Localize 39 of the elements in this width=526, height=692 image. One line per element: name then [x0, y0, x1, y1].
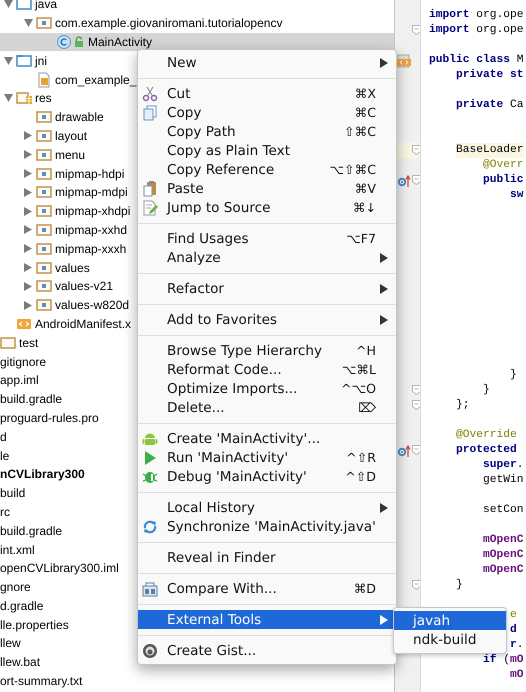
code-line: public class M	[429, 53, 524, 68]
code-line: }	[483, 383, 490, 398]
code-line: public	[483, 173, 524, 188]
code-line: }	[456, 578, 463, 593]
code-line: mOpenC	[483, 533, 524, 548]
code-line: sw	[510, 188, 524, 203]
menu-shortcut: ⌥F7	[346, 231, 376, 246]
code-line: }	[510, 368, 517, 383]
menu-shortcut: ⌘V	[354, 181, 376, 196]
code-line: super.	[483, 458, 524, 473]
code-line: mO	[510, 668, 524, 683]
code-line: r.	[510, 638, 524, 653]
code-line: import org.ope	[429, 23, 524, 38]
code-line: @Overr	[483, 158, 524, 173]
menu-shortcut: ⌥⇧⌘C	[330, 162, 376, 177]
code-line: d	[510, 623, 517, 638]
code-line: import org.ope	[429, 8, 524, 23]
code-line: getWin	[483, 473, 524, 488]
menu-shortcut: ⇧⌘C	[344, 124, 376, 139]
code-line: if (mO	[483, 653, 524, 668]
menu-shortcut: ⌘X	[354, 86, 376, 101]
code-line: private st	[456, 68, 524, 83]
code-line: @Override	[456, 428, 517, 443]
menu-shortcut: ^⇧D	[345, 469, 376, 484]
menu-shortcut: ⌘↓	[352, 200, 376, 215]
code-line: };	[456, 398, 470, 413]
code-line: private Ca	[456, 98, 524, 113]
menu-shortcut: ⌘D	[354, 581, 376, 596]
menu-shortcut: ⌦	[358, 400, 376, 415]
code-line: mOpenC	[483, 548, 524, 563]
code-line: setCon	[483, 503, 524, 518]
menu-shortcut: ⌥⌘L	[342, 362, 376, 377]
menu-shortcut: ^⇧R	[346, 450, 376, 465]
code-line: e	[510, 608, 517, 623]
code-line: protected	[456, 443, 517, 458]
code-line: mOpenC	[483, 563, 524, 578]
menu-shortcut: ⌘C	[354, 105, 376, 120]
menu-shortcut: ^⌥O	[341, 381, 376, 396]
menu-shortcut: ^H	[356, 343, 376, 358]
